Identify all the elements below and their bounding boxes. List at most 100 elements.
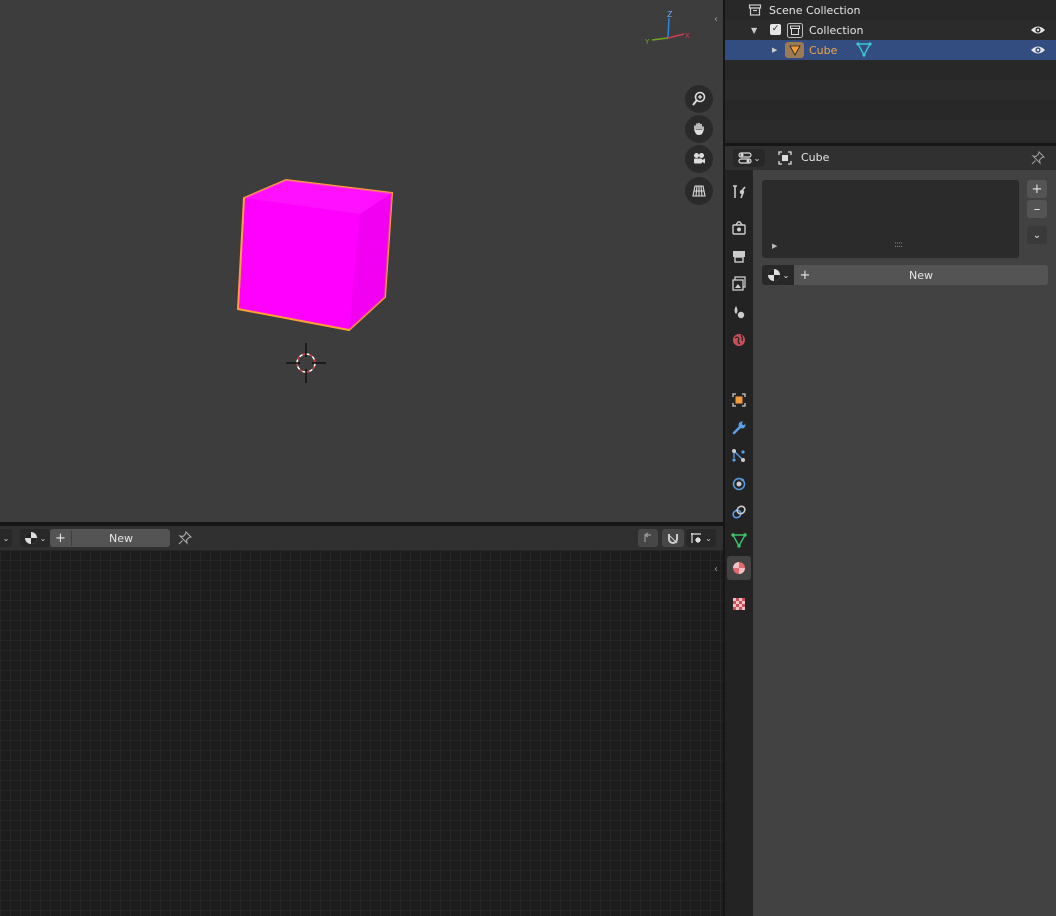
plus-icon: +: [1031, 181, 1043, 197]
collection-label: Collection: [809, 23, 864, 37]
mesh-object-icon: [785, 42, 804, 58]
render-icon: [732, 221, 746, 235]
outliner-row-collection[interactable]: ▼ ✓ Collection: [725, 20, 1056, 40]
remove-slot-button[interactable]: –: [1027, 200, 1047, 218]
3d-viewport[interactable]: Z X Y ‹: [0, 0, 723, 522]
scene-icon: [734, 306, 745, 319]
tab-render[interactable]: [727, 216, 751, 240]
chevron-down-icon: ⌄: [753, 153, 761, 163]
new-material-button[interactable]: + New: [50, 529, 170, 547]
gizmo-x-label: X: [685, 32, 690, 40]
axis-gizmo[interactable]: Z X Y: [642, 8, 692, 48]
perspective-grid-icon[interactable]: [685, 177, 713, 205]
tab-particles[interactable]: [727, 444, 751, 468]
cube-label: Cube: [809, 43, 838, 57]
tab-object-data[interactable]: [727, 528, 751, 552]
tab-view-layer[interactable]: [727, 272, 751, 296]
properties-editor-icon: [738, 152, 752, 164]
tab-modifier[interactable]: [727, 416, 751, 440]
tab-tool[interactable]: [727, 180, 751, 204]
node-editor-canvas[interactable]: ‹: [0, 550, 723, 916]
zoom-icon[interactable]: [685, 85, 713, 113]
outliner-empty-row: [725, 120, 1056, 140]
tab-scene[interactable]: [727, 300, 751, 324]
eye-visibility-icon[interactable]: [1030, 24, 1046, 36]
properties-tab-bar: [725, 170, 753, 916]
gizmo-y-label: Y: [644, 38, 650, 46]
tool-icon: [733, 185, 746, 199]
chevron-down-icon: ⌄: [705, 533, 712, 543]
chevron-down-icon: ⌄: [39, 533, 47, 543]
editor-type-dropdown[interactable]: ⌄: [0, 529, 12, 547]
view-layer-icon: [732, 276, 746, 291]
new-material-label: New: [109, 531, 133, 545]
tab-object[interactable]: [727, 388, 751, 412]
tab-output[interactable]: [727, 244, 751, 268]
tab-constraints[interactable]: [727, 500, 751, 524]
properties-header: ⌄ Cube: [725, 146, 1056, 170]
tab-physics[interactable]: [727, 472, 751, 496]
disclosure-collapsed-icon[interactable]: ▶: [772, 242, 777, 250]
minus-icon: –: [1033, 201, 1041, 217]
resize-grip-icon[interactable]: ::::: [894, 240, 903, 250]
sidebar-collapse-icon[interactable]: ‹: [714, 564, 718, 575]
snap-toggle[interactable]: [662, 529, 684, 547]
viewport-scene[interactable]: [0, 0, 723, 522]
slot-specials-menu[interactable]: ⌄: [1027, 226, 1047, 244]
eye-visibility-icon[interactable]: [1030, 44, 1046, 56]
pin-icon[interactable]: [178, 531, 192, 545]
material-sphere-icon: [24, 532, 37, 544]
tab-material[interactable]: [727, 556, 751, 580]
disclosure-collapsed-icon[interactable]: ▶: [772, 46, 777, 54]
object-icon: [778, 151, 792, 165]
outliner-empty-row: [725, 80, 1056, 100]
camera-icon[interactable]: [685, 145, 713, 173]
editor-type-dropdown[interactable]: ⌄: [733, 149, 765, 167]
sidebar-collapse-icon[interactable]: ‹: [714, 14, 718, 25]
new-material-button[interactable]: + New: [794, 265, 1048, 285]
constraints-icon: [732, 505, 746, 519]
tab-texture[interactable]: [727, 592, 751, 616]
chevron-down-icon: ⌄: [782, 270, 790, 280]
plus-icon: +: [799, 267, 811, 283]
3d-cursor-icon[interactable]: [286, 343, 326, 383]
object-icon: [732, 393, 746, 407]
disclosure-expanded-icon[interactable]: ▼: [751, 26, 757, 35]
material-icon: [733, 562, 745, 574]
scene-collection-label: Scene Collection: [769, 3, 861, 17]
world-icon: [733, 334, 745, 346]
outliner-row-cube[interactable]: ▶ Cube: [725, 40, 1056, 60]
outliner[interactable]: Scene Collection ▼ ✓ Collection ▶ Cube: [725, 0, 1056, 143]
texture-icon: [733, 598, 745, 610]
plus-icon: +: [50, 530, 72, 546]
material-slot-list[interactable]: ▶ ::::: [762, 180, 1019, 258]
modifier-icon: [732, 421, 746, 435]
properties-editor: ⌄ Cube ▶:::: + – ⌄ ⌄ + New: [725, 146, 1056, 916]
shader-editor-header: ⌄ ⌄ + New ⌄: [0, 526, 723, 550]
mesh-data-icon[interactable]: [856, 42, 872, 57]
particles-icon: [732, 449, 745, 462]
pin-icon[interactable]: [1031, 151, 1045, 165]
browse-material-button[interactable]: ⌄: [762, 265, 794, 285]
cube-object[interactable]: [236, 178, 394, 332]
arrow-up-left-icon: [644, 532, 651, 542]
hand-pan-icon[interactable]: [685, 115, 713, 143]
material-selector-row: ⌄ + New: [762, 265, 1048, 285]
snap-grid-icon: [691, 533, 702, 543]
exclude-checkbox[interactable]: ✓: [770, 24, 781, 35]
snap-element-dropdown[interactable]: ⌄: [686, 529, 716, 547]
object-data-icon: [731, 533, 747, 548]
outliner-row-scene-collection[interactable]: Scene Collection: [725, 0, 1056, 20]
collection-box-icon: [748, 4, 762, 16]
chevron-down-icon: ⌄: [1032, 229, 1042, 241]
chevron-down-icon: ⌄: [2, 533, 10, 543]
tab-world[interactable]: [727, 328, 751, 352]
add-slot-button[interactable]: +: [1027, 180, 1047, 198]
collection-icon: [787, 23, 803, 38]
gizmo-z-label: Z: [667, 10, 673, 19]
parent-node-tree-button[interactable]: [638, 529, 658, 547]
new-material-label: New: [909, 268, 933, 282]
material-sphere-icon: [767, 269, 780, 281]
object-name-label: Cube: [801, 151, 830, 164]
material-browse-button[interactable]: ⌄: [20, 529, 50, 547]
